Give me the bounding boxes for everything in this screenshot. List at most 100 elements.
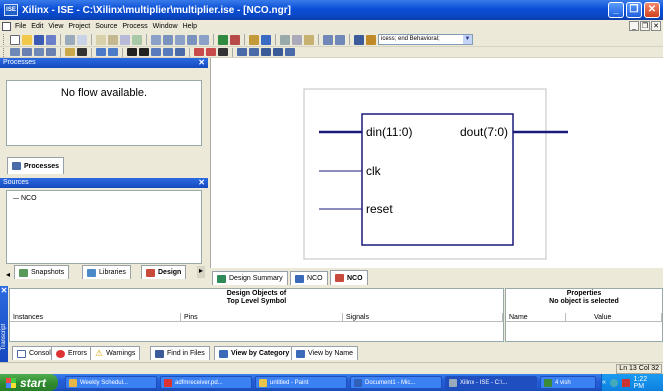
- cut-icon[interactable]: [280, 34, 290, 45]
- zoom-in-icon[interactable]: [237, 48, 247, 56]
- tab-view-by-name[interactable]: View by Name: [291, 346, 359, 360]
- paste-icon[interactable]: [304, 34, 314, 45]
- add-wire-icon[interactable]: [127, 48, 137, 56]
- scroll-left-icon[interactable]: ◂: [6, 270, 10, 279]
- close-all-icon[interactable]: [199, 34, 209, 45]
- help-pointer-icon[interactable]: [65, 48, 75, 56]
- copy-icon[interactable]: [292, 34, 302, 45]
- zoom-out-icon[interactable]: [249, 48, 259, 56]
- tab-nco-vhdl[interactable]: NCO: [290, 271, 328, 285]
- cascade-icon[interactable]: [151, 34, 161, 45]
- menu-window[interactable]: Window: [153, 23, 178, 30]
- tile-vertical-icon[interactable]: [175, 34, 185, 45]
- tab-find-in-files[interactable]: Find in Files: [150, 346, 210, 360]
- new-file-icon[interactable]: [10, 34, 20, 45]
- task-xilinx-ise[interactable]: Xilinx - ISE - C:\...: [445, 376, 537, 389]
- add-net-icon[interactable]: [139, 48, 149, 56]
- clock-icon[interactable]: [218, 48, 228, 56]
- tab-libraries[interactable]: Libraries: [82, 265, 131, 279]
- unmark-icon[interactable]: [206, 48, 216, 56]
- schematic-canvas[interactable]: din(11:0) clk reset dout(7:0): [210, 58, 663, 268]
- design-objects-grid[interactable]: Design Objects of Top Level Symbol Insta…: [9, 288, 504, 342]
- menu-file[interactable]: File: [15, 23, 26, 30]
- column-pins[interactable]: Pins: [181, 313, 343, 322]
- tab-design-summary[interactable]: Design Summary: [212, 271, 288, 285]
- run-icon[interactable]: [218, 34, 228, 45]
- tab-snapshots[interactable]: Snapshots: [14, 265, 70, 279]
- column-signals[interactable]: Signals: [343, 313, 503, 322]
- edit-icon[interactable]: [249, 34, 259, 45]
- help-icon[interactable]: [261, 34, 271, 45]
- mdi-minimize-button[interactable]: _: [629, 21, 639, 31]
- toggle-processes-icon[interactable]: [22, 48, 32, 56]
- tab-errors[interactable]: Errors: [51, 346, 93, 360]
- redo-icon[interactable]: [335, 34, 345, 45]
- save-all-icon[interactable]: [46, 34, 56, 45]
- zoom-full-icon[interactable]: [261, 48, 271, 56]
- project-properties-icon[interactable]: [120, 34, 130, 45]
- task-paint[interactable]: untitled - Paint: [255, 376, 347, 389]
- transcript-sidebar[interactable]: ✕ Transcript: [0, 286, 8, 362]
- column-value[interactable]: Value: [566, 313, 662, 322]
- column-name[interactable]: Name: [506, 313, 566, 322]
- minimize-button[interactable]: _: [608, 2, 624, 18]
- processes-close-icon[interactable]: ✕: [198, 58, 205, 68]
- maximize-button[interactable]: ❐: [626, 2, 642, 18]
- tab-nco-schematic[interactable]: NCO: [330, 270, 368, 285]
- transcript-close-icon[interactable]: ✕: [0, 286, 8, 295]
- menu-help[interactable]: Help: [183, 23, 197, 30]
- source-item-nco[interactable]: NCO: [13, 195, 37, 202]
- zoom-box-icon[interactable]: [273, 48, 283, 56]
- processes-panel-body[interactable]: No flow available.: [6, 80, 202, 146]
- select-arrow-icon[interactable]: [77, 48, 87, 56]
- undo-icon[interactable]: [323, 34, 333, 45]
- toggle-workspace-icon[interactable]: [46, 48, 56, 56]
- task-weekly-schedule[interactable]: Weekly Schedul...: [65, 376, 157, 389]
- print-preview-icon[interactable]: [77, 34, 87, 45]
- menu-project[interactable]: Project: [68, 23, 90, 30]
- push-into-icon[interactable]: [108, 48, 118, 56]
- menu-edit[interactable]: Edit: [31, 23, 43, 30]
- mark-icon[interactable]: [194, 48, 204, 56]
- mdi-close-button[interactable]: ✕: [651, 21, 661, 31]
- antivirus-icon[interactable]: [621, 378, 630, 387]
- clock[interactable]: 1:22 PM: [634, 376, 659, 390]
- tray-expand-icon[interactable]: «: [602, 379, 606, 386]
- add-source-icon[interactable]: [132, 34, 142, 45]
- sources-panel-body[interactable]: NCO: [6, 190, 202, 264]
- column-instances[interactable]: Instances: [10, 313, 181, 322]
- open-project-icon[interactable]: [108, 34, 118, 45]
- pan-icon[interactable]: [285, 48, 295, 56]
- task-word-document[interactable]: Document1 - Mic...: [350, 376, 442, 389]
- start-button[interactable]: start: [0, 374, 58, 391]
- toggle-transcript-icon[interactable]: [34, 48, 44, 56]
- document-icon[interactable]: [2, 22, 11, 31]
- new-project-icon[interactable]: [96, 34, 106, 45]
- tab-processes[interactable]: Processes: [7, 157, 65, 174]
- sources-close-icon[interactable]: ✕: [198, 178, 205, 188]
- process-combo[interactable]: icess; end Behavioral; ▼: [378, 34, 473, 45]
- tile-horizontal-icon[interactable]: [163, 34, 173, 45]
- tab-design[interactable]: Design: [141, 265, 187, 279]
- tab-warnings[interactable]: ⚠ Warnings: [90, 346, 141, 360]
- tab-view-by-category[interactable]: View by Category: [214, 346, 295, 360]
- stop-icon[interactable]: [230, 34, 240, 45]
- print-icon[interactable]: [65, 34, 75, 45]
- task-pdf-document[interactable]: adfmreceiver.pd...: [160, 376, 252, 389]
- menu-view[interactable]: View: [48, 23, 63, 30]
- task-group-vish[interactable]: 4 vish: [540, 376, 596, 389]
- hierarchy-icon[interactable]: [96, 48, 106, 56]
- chevron-down-icon[interactable]: ▼: [463, 35, 472, 44]
- add-symbol-icon[interactable]: [175, 48, 185, 56]
- close-button[interactable]: ✕: [644, 2, 660, 18]
- add-bus-icon[interactable]: [151, 48, 161, 56]
- arrange-icon[interactable]: [187, 34, 197, 45]
- title-bar[interactable]: ISE Xilinx - ISE - C:\Xilinx\multiplier\…: [0, 0, 663, 20]
- menu-process[interactable]: Process: [122, 23, 147, 30]
- network-icon[interactable]: [609, 378, 618, 387]
- mdi-restore-button[interactable]: ❐: [640, 21, 650, 31]
- menu-source[interactable]: Source: [95, 23, 117, 30]
- add-port-icon[interactable]: [163, 48, 173, 56]
- toggle-sources-icon[interactable]: [10, 48, 20, 56]
- ise-app-icon[interactable]: ISE: [4, 4, 18, 16]
